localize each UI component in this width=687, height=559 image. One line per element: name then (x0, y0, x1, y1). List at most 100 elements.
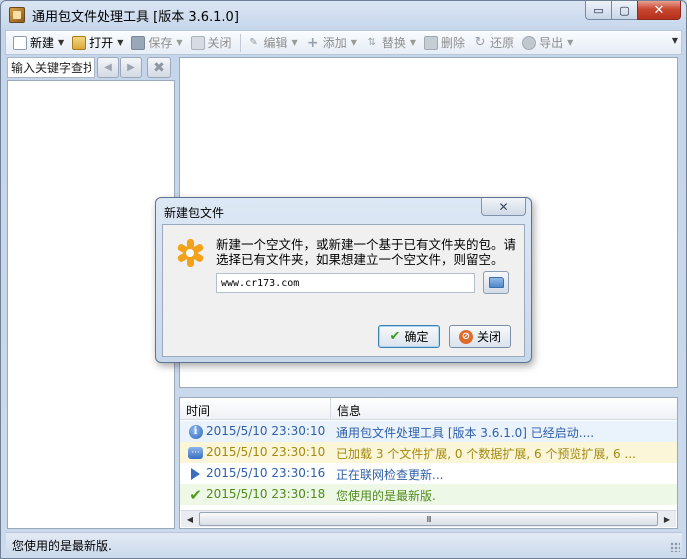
folder-path-input[interactable] (216, 273, 475, 293)
close-doc-label: 关闭 (207, 36, 232, 50)
log-time: 2015/5/10 23:30:10 (206, 424, 326, 438)
open-button[interactable]: 打开 ▼ (69, 32, 126, 53)
horizontal-scrollbar[interactable]: ◀ III ▶ (181, 510, 676, 527)
close-window-button[interactable]: ✕ (637, 1, 681, 20)
new-package-dialog: 新建包文件 ✕ 新建一个空文件，或新建一个基于已有文件夹的包。请选择已有文件夹，… (155, 197, 532, 363)
add-label: 添加 (322, 36, 347, 50)
open-label: 打开 (89, 36, 114, 50)
log-row[interactable]: i 2015/5/10 23:30:10 通用包文件处理工具 [版本 3.6.1… (180, 421, 677, 442)
main-toolbar: 新建 ▼ 打开 ▼ 保存 ▼ 关闭 ✎ 编辑 ▼ + 添加 ▼ ⇅ 替换 ▼ 删… (5, 30, 682, 55)
log-row[interactable]: ✔ 2015/5/10 23:30:18 您使用的是最新版. (180, 484, 677, 505)
clear-search-button[interactable]: ✖ (147, 57, 171, 78)
edit-label: 编辑 (263, 36, 288, 50)
toolbar-overflow-icon[interactable]: ▼ (672, 36, 678, 45)
window-title: 通用包文件处理工具 [版本 3.6.1.0] (32, 10, 239, 25)
save-label: 保存 (148, 36, 173, 50)
dropdown-arrow-icon[interactable]: ▼ (410, 38, 416, 47)
delete-button[interactable]: 删除 (421, 32, 468, 53)
asterisk-icon (176, 239, 205, 267)
folder-icon (488, 277, 504, 288)
export-label: 导出 (539, 36, 564, 50)
log-message: 正在联网检查更新... (336, 468, 444, 482)
clear-x-icon: ✖ (153, 59, 165, 76)
dropdown-arrow-icon[interactable]: ▼ (117, 38, 123, 47)
minimize-button[interactable]: ▭ (585, 1, 611, 20)
find-next-button[interactable]: ▶ (120, 57, 142, 78)
maximize-button[interactable]: ▢ (611, 1, 637, 20)
edit-icon: ✎ (249, 36, 258, 48)
log-message: 已加载 3 个文件扩展, 0 个数据扩展, 6 个预览扩展, 6 ... (336, 447, 636, 461)
ok-label: 确定 (404, 330, 429, 344)
log-panel: 时间 信息 i 2015/5/10 23:30:10 通用包文件处理工具 [版本… (179, 397, 678, 529)
close-icon: ✕ (653, 2, 665, 18)
chevron-left-icon: ◀ (104, 62, 112, 73)
export-button[interactable]: 导出 ▼ (519, 32, 576, 53)
delete-label: 删除 (441, 36, 466, 50)
log-row[interactable]: 2015/5/10 23:30:16 正在联网检查更新... (180, 463, 677, 484)
app-window: 通用包文件处理工具 [版本 3.6.1.0] ▭ ▢ ✕ 新建 ▼ 打开 ▼ 保… (0, 0, 687, 559)
title-bar[interactable]: 通用包文件处理工具 [版本 3.6.1.0] ▭ ▢ ✕ (1, 1, 686, 29)
dropdown-arrow-icon[interactable]: ▼ (292, 38, 298, 47)
save-button[interactable]: 保存 ▼ (128, 32, 185, 53)
toolbar-separator (239, 33, 241, 52)
message-icon: ··· (188, 445, 203, 460)
search-input[interactable] (7, 57, 95, 78)
export-icon (522, 35, 537, 50)
dropdown-arrow-icon[interactable]: ▼ (351, 38, 357, 47)
dropdown-arrow-icon[interactable]: ▼ (58, 38, 64, 47)
check-icon: ✔ (189, 485, 202, 504)
close-doc-button[interactable]: 关闭 (188, 32, 235, 53)
column-header-info[interactable]: 信息 (332, 398, 366, 420)
browse-folder-button[interactable] (483, 271, 509, 294)
add-button[interactable]: + 添加 ▼ (303, 32, 360, 53)
dropdown-arrow-icon[interactable]: ▼ (567, 38, 573, 47)
close-doc-icon (190, 35, 205, 50)
cancel-label: 关闭 (476, 330, 501, 344)
log-time: 2015/5/10 23:30:10 (206, 445, 326, 459)
replace-icon: ⇅ (367, 36, 377, 48)
dialog-close-button[interactable]: ✕ (481, 198, 526, 216)
dialog-title: 新建包文件 (164, 206, 225, 220)
replace-label: 替换 (381, 36, 406, 50)
chevron-right-icon: ▶ (127, 62, 135, 73)
play-icon (188, 466, 203, 481)
scroll-left-icon[interactable]: ◀ (182, 512, 198, 527)
file-tree-panel[interactable] (7, 80, 175, 529)
check-icon: ✔ (389, 329, 401, 344)
dropdown-arrow-icon[interactable]: ▼ (176, 38, 182, 47)
new-button[interactable]: 新建 ▼ (10, 32, 67, 53)
app-package-icon (9, 7, 25, 23)
log-time: 2015/5/10 23:30:18 (206, 487, 326, 501)
maximize-icon: ▢ (619, 3, 630, 17)
status-bar: 您使用的是最新版. (6, 532, 682, 554)
replace-button[interactable]: ⇅ 替换 ▼ (362, 32, 419, 53)
restore-label: 还原 (490, 36, 515, 50)
delete-icon (424, 35, 439, 50)
open-folder-icon (72, 35, 87, 50)
log-row[interactable]: ··· 2015/5/10 23:30:10 已加载 3 个文件扩展, 0 个数… (180, 442, 677, 463)
new-file-icon (13, 35, 27, 50)
dialog-body: 新建一个空文件，或新建一个基于已有文件夹的包。请选择已有文件夹，如果想建立一个空… (162, 224, 525, 357)
column-header-time[interactable]: 时间 (180, 398, 331, 420)
resize-grip-icon[interactable] (670, 542, 680, 552)
ok-button[interactable]: ✔ 确定 (378, 325, 440, 348)
add-icon: + (306, 34, 319, 51)
scroll-right-icon[interactable]: ▶ (659, 512, 675, 527)
restore-icon: ↻ (474, 35, 486, 50)
status-text: 您使用的是最新版. (12, 539, 112, 553)
save-icon (131, 35, 146, 50)
cancel-button[interactable]: ⊘ 关闭 (449, 325, 511, 348)
log-header: 时间 信息 (180, 398, 677, 420)
close-icon: ✕ (498, 199, 509, 214)
info-icon: i (188, 424, 203, 439)
edit-button[interactable]: ✎ 编辑 ▼ (244, 32, 301, 53)
minimize-icon: ▭ (593, 3, 604, 17)
log-message: 通用包文件处理工具 [版本 3.6.1.0] 已经启动.... (336, 426, 595, 440)
window-controls: ▭ ▢ ✕ (585, 1, 681, 20)
scroll-thumb[interactable]: III (199, 512, 658, 526)
find-previous-button[interactable]: ◀ (97, 57, 119, 78)
log-message: 您使用的是最新版. (336, 489, 436, 503)
cancel-icon: ⊘ (458, 329, 473, 344)
restore-button[interactable]: ↻ 还原 (470, 32, 517, 53)
new-label: 新建 (30, 36, 55, 50)
